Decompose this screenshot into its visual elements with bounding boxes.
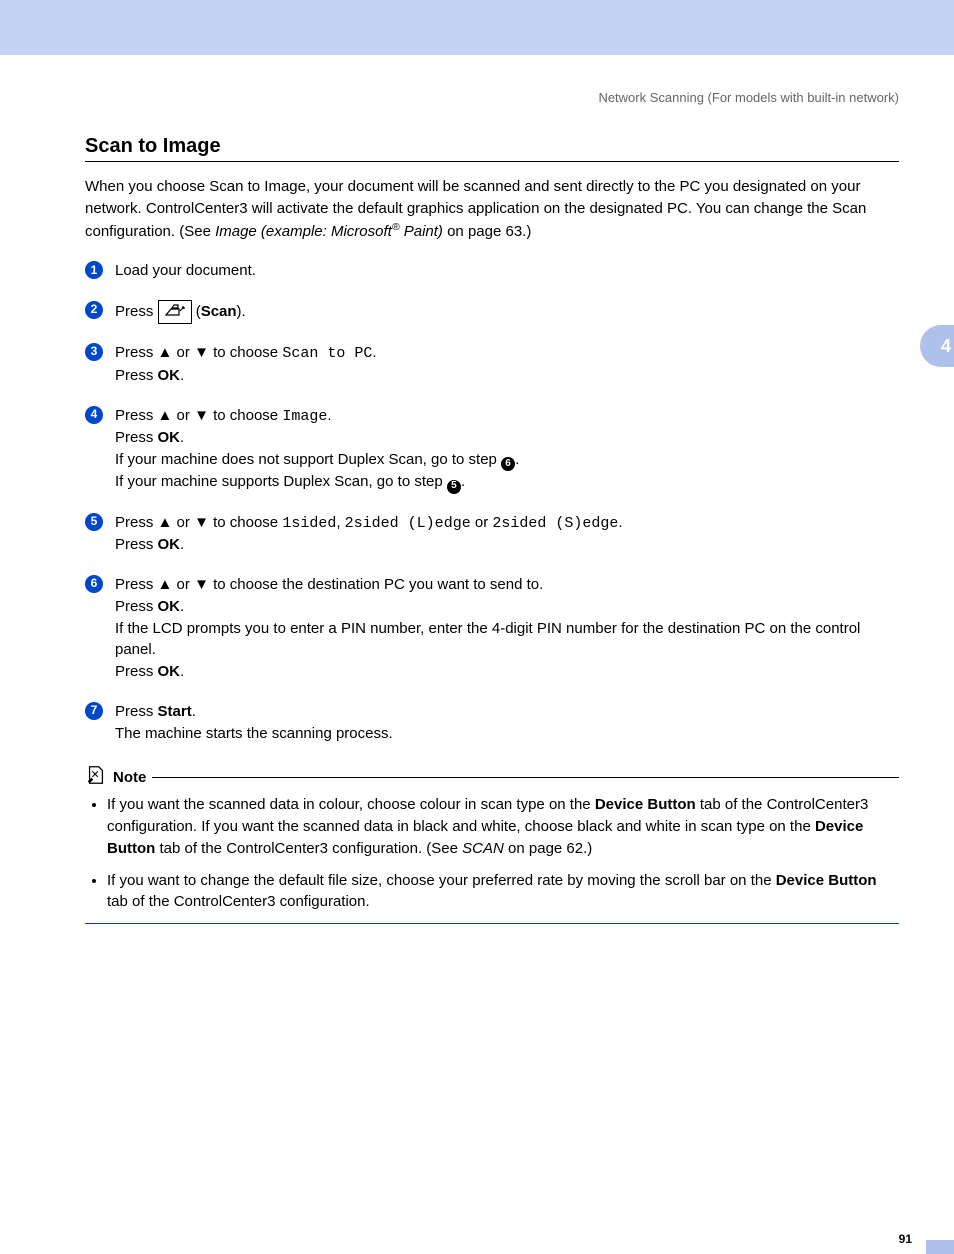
- intro-paragraph: When you choose Scan to Image, your docu…: [85, 176, 899, 242]
- step-6-i: .: [180, 663, 184, 680]
- step-5-comma1: ,: [336, 514, 344, 531]
- step-3-c: to choose: [209, 344, 282, 361]
- up-icon: ▲: [158, 576, 173, 593]
- note-block: Note If you want the scanned data in col…: [85, 764, 899, 924]
- step-5-b: or: [172, 514, 194, 531]
- step-4-a: Press: [115, 407, 158, 424]
- step-5-a: Press: [115, 514, 158, 531]
- step-4-j: .: [461, 473, 465, 490]
- step-7-c: The machine starts the scanning process.: [115, 725, 393, 742]
- step-6-g: If the LCD prompts you to enter a PIN nu…: [115, 620, 860, 659]
- step-ref-5[interactable]: 5: [447, 480, 461, 494]
- n1-c: tab of the ControlCenter3 configuration.…: [155, 840, 462, 857]
- up-icon: ▲: [158, 514, 173, 531]
- step-1-text: Load your document.: [115, 262, 256, 279]
- step-6-ok2: OK: [158, 663, 181, 680]
- step-3-ok: OK: [158, 367, 181, 384]
- step-6: Press ▲ or ▼ to choose the destination P…: [85, 574, 899, 683]
- step-5-ok: OK: [158, 536, 181, 553]
- breadcrumb: Network Scanning (For models with built-…: [85, 90, 899, 105]
- step-4: Press ▲ or ▼ to choose Image. Press OK. …: [85, 405, 899, 494]
- step-5: Press ▲ or ▼ to choose 1sided, 2sided (L…: [85, 512, 899, 557]
- step-5-f: .: [180, 536, 184, 553]
- down-icon: ▼: [194, 514, 209, 531]
- note-icon: [85, 764, 107, 790]
- step-3-f: .: [180, 367, 184, 384]
- intro-link[interactable]: Image (example: Microsoft: [215, 223, 392, 240]
- step-2: Press (Scan).: [85, 300, 899, 324]
- step-6-c: to choose the destination PC you want to…: [209, 576, 543, 593]
- step-3: Press ▲ or ▼ to choose Scan to PC. Press…: [85, 342, 899, 387]
- down-icon: ▼: [194, 576, 209, 593]
- n2-a: If you want to change the default file s…: [107, 872, 776, 889]
- registered-mark: ®: [392, 221, 400, 233]
- step-5-c: to choose: [209, 514, 282, 531]
- step-6-f: .: [180, 598, 184, 615]
- step-2-press: Press: [115, 303, 158, 320]
- step-4-b: or: [172, 407, 194, 424]
- step-4-h: .: [515, 451, 519, 468]
- step-6-h: Press: [115, 663, 158, 680]
- step-6-a: Press: [115, 576, 158, 593]
- step-5-dot: .: [618, 514, 622, 531]
- n2-b: tab of the ControlCenter3 configuration.: [107, 893, 370, 910]
- note-item-1: If you want the scanned data in colour, …: [107, 794, 899, 859]
- step-1: Load your document.: [85, 260, 899, 282]
- step-4-f: .: [180, 429, 184, 446]
- note-rule: [152, 777, 899, 779]
- step-4-code: Image: [282, 408, 327, 425]
- up-icon: ▲: [158, 344, 173, 361]
- down-icon: ▼: [194, 407, 209, 424]
- step-4-g: If your machine does not support Duplex …: [115, 451, 501, 468]
- step-6-b: or: [172, 576, 194, 593]
- n1-a: If you want the scanned data in colour, …: [107, 796, 595, 813]
- step-6-e: Press: [115, 598, 158, 615]
- step-6-ok: OK: [158, 598, 181, 615]
- note-bottom-rule: [85, 923, 899, 924]
- chapter-tab: 4: [920, 325, 954, 367]
- step-5-c1: 1sided: [282, 515, 336, 532]
- step-3-e: Press: [115, 367, 158, 384]
- step-4-i: If your machine supports Duplex Scan, go…: [115, 473, 447, 490]
- title-rule: [85, 161, 899, 162]
- step-3-a: Press: [115, 344, 158, 361]
- step-5-e: Press: [115, 536, 158, 553]
- steps-list: Load your document. Press (Scan). Press …: [85, 260, 899, 744]
- up-icon: ▲: [158, 407, 173, 424]
- step-5-c3: 2sided (S)edge: [492, 515, 618, 532]
- page-number: 91: [899, 1232, 912, 1246]
- note-list: If you want the scanned data in colour, …: [85, 794, 899, 913]
- step-2-scan: Scan: [201, 303, 237, 320]
- step-7-a: Press: [115, 703, 158, 720]
- n2-db: Device Button: [776, 872, 877, 889]
- n1-d: on page 62.): [504, 840, 592, 857]
- step-7-b: .: [192, 703, 196, 720]
- down-icon: ▼: [194, 344, 209, 361]
- note-label: Note: [113, 769, 146, 786]
- step-4-e: Press: [115, 429, 158, 446]
- step-3-code: Scan to PC: [282, 345, 372, 362]
- step-3-d: .: [372, 344, 376, 361]
- step-7: Press Start. The machine starts the scan…: [85, 701, 899, 745]
- note-item-2: If you want to change the default file s…: [107, 870, 899, 914]
- n1-scan-link[interactable]: SCAN: [462, 840, 504, 857]
- step-5-or: or: [471, 514, 493, 531]
- scan-icon: [158, 300, 192, 324]
- page-number-tab: [926, 1240, 954, 1254]
- step-ref-6[interactable]: 6: [501, 457, 515, 471]
- step-4-d: .: [327, 407, 331, 424]
- intro-link-after[interactable]: Paint): [400, 223, 443, 240]
- header-bar: [0, 0, 954, 55]
- step-7-start: Start: [158, 703, 192, 720]
- intro-text-2: on page 63.): [443, 223, 531, 240]
- step-4-c: to choose: [209, 407, 282, 424]
- step-5-c2: 2sided (L)edge: [345, 515, 471, 532]
- n1-db: Device Button: [595, 796, 696, 813]
- step-4-ok: OK: [158, 429, 181, 446]
- section-title: Scan to Image: [85, 135, 899, 158]
- step-3-b: or: [172, 344, 194, 361]
- step-2-paren-close: ).: [237, 303, 246, 320]
